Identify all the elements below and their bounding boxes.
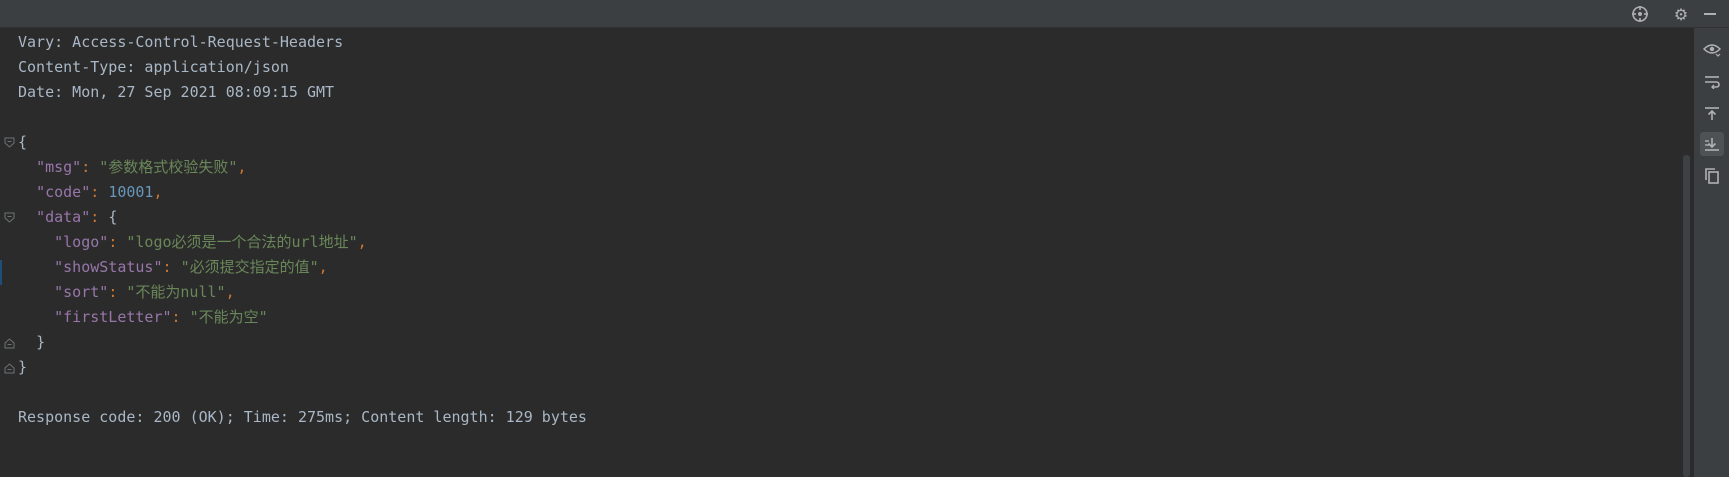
response-viewer[interactable]: Vary: Access-Control-Request-Headers Con…: [0, 28, 1685, 477]
json-data-close-brace: }: [36, 333, 46, 351]
soft-wrap-icon[interactable]: [1700, 70, 1724, 94]
json-line-code: "code": 10001,: [36, 183, 163, 201]
json-open-brace: {: [18, 133, 28, 151]
minimize-icon[interactable]: [1700, 4, 1720, 24]
json-line-data: "data": {: [36, 208, 118, 226]
scrollbar-thumb[interactable]: [1683, 155, 1690, 477]
caret-marker: [0, 260, 2, 285]
gear-icon[interactable]: ⚙: [1671, 4, 1691, 24]
scroll-to-top-icon[interactable]: [1700, 102, 1724, 126]
copy-icon[interactable]: [1700, 164, 1724, 188]
json-line-logo: "logo": "logo必须是一个合法的url地址",: [54, 233, 367, 251]
header-line: Vary: Access-Control-Request-Headers: [18, 33, 344, 51]
json-line-msg: "msg": "参数格式校验失败",: [36, 158, 247, 176]
header-line: Content-Type: application/json: [18, 58, 289, 76]
top-toolbar: ⚙: [0, 0, 1729, 28]
fold-close-icon[interactable]: [4, 362, 15, 374]
fold-open-icon[interactable]: [4, 137, 15, 149]
response-summary: Response code: 200 (OK); Time: 275ms; Co…: [18, 408, 587, 426]
crosshair-icon[interactable]: [1630, 4, 1650, 24]
eye-icon[interactable]: [1700, 38, 1724, 62]
header-line: Date: Mon, 27 Sep 2021 08:09:15 GMT: [18, 83, 335, 101]
scroll-to-end-icon[interactable]: [1700, 132, 1724, 156]
json-close-brace: }: [18, 358, 28, 376]
right-tool-sidebar: [1694, 28, 1729, 477]
json-line-showStatus: "showStatus": "必须提交指定的值",: [54, 258, 328, 276]
json-line-firstLetter: "firstLetter": "不能为空": [54, 308, 268, 326]
json-line-sort: "sort": "不能为null",: [54, 283, 235, 301]
fold-open-icon[interactable]: [4, 212, 15, 224]
fold-close-icon[interactable]: [4, 337, 15, 349]
